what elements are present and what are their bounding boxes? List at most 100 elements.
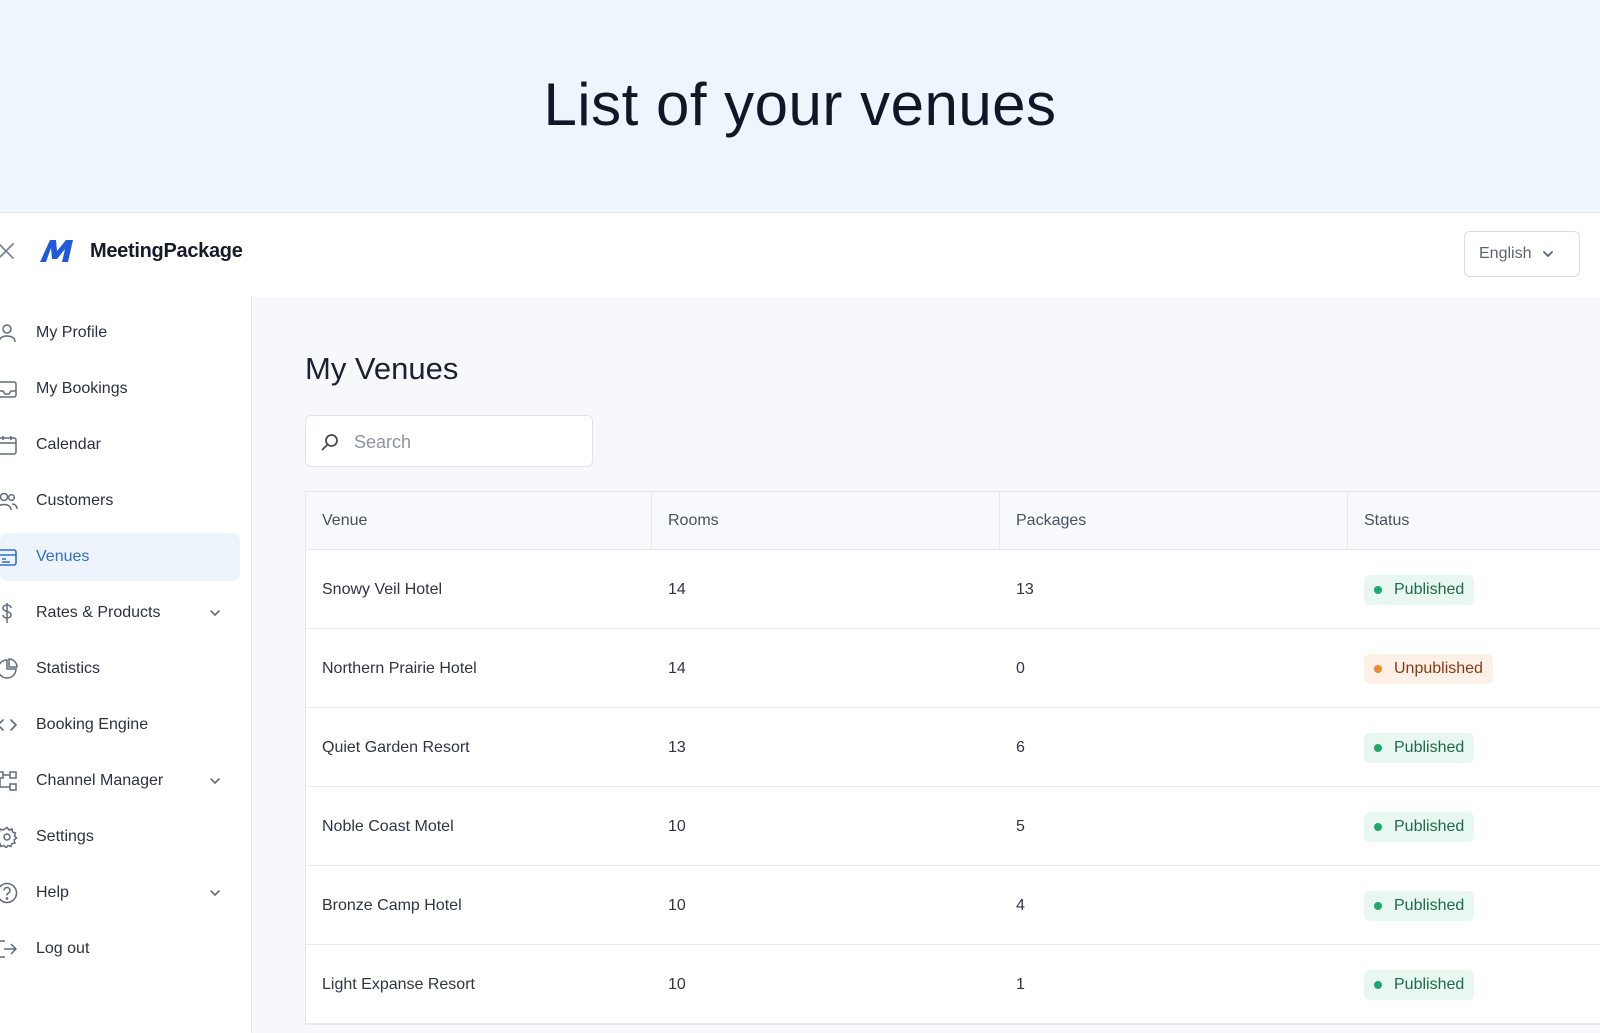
channels-icon <box>0 770 18 792</box>
table-row[interactable]: Noble Coast Motel 10 5 Published <box>306 787 1600 866</box>
sidebar-item-label: Booking Engine <box>36 716 149 733</box>
status-dot-icon <box>1374 901 1382 910</box>
language-select[interactable]: English <box>1464 231 1580 277</box>
sidebar-item-label: My Profile <box>36 324 108 341</box>
top-bar: MeetingPackage English <box>0 213 1600 297</box>
inbox-icon <box>0 378 18 400</box>
table-row[interactable]: Northern Prairie Hotel 14 0 Unpublished <box>306 629 1600 708</box>
sidebar-item-label: Settings <box>36 828 94 845</box>
sidebar-item-label: Customers <box>36 492 114 509</box>
close-icon[interactable] <box>0 239 18 263</box>
sidebar-item-label: Calendar <box>36 436 101 453</box>
status-dot-icon <box>1374 585 1382 594</box>
sidebar-item-label: Rates & Products <box>36 604 161 621</box>
rooms-count: 13 <box>668 738 686 756</box>
rooms-count: 10 <box>668 975 686 993</box>
search-input[interactable] <box>354 428 574 456</box>
packages-count: 4 <box>1016 896 1025 914</box>
column-header-venue[interactable]: Venue <box>306 492 652 550</box>
logo-icon[interactable] <box>38 237 82 265</box>
rooms-count: 14 <box>668 580 686 598</box>
venue-icon <box>0 546 18 568</box>
users-icon <box>0 490 18 512</box>
sidebar-item-label: Statistics <box>36 660 101 677</box>
sidebar-item-label: Log out <box>36 940 90 957</box>
venues-table: Venue Rooms Packages Status Snowy Veil H… <box>305 491 1600 1025</box>
status-dot-icon <box>1374 980 1382 989</box>
rooms-count: 14 <box>668 659 686 677</box>
calendar-icon <box>0 434 18 456</box>
status-label: Unpublished <box>1394 659 1483 677</box>
code-icon <box>0 714 18 736</box>
column-header-status[interactable]: Status <box>1348 492 1600 550</box>
sidebar-item-rates-products[interactable]: Rates & Products <box>0 589 240 637</box>
sidebar-item-label: My Bookings <box>36 380 128 397</box>
status-badge: Published <box>1364 574 1475 605</box>
hero-banner: List of your venues <box>0 0 1600 212</box>
hero-title: List of your venues <box>543 71 1057 138</box>
table-row[interactable]: Snowy Veil Hotel 14 13 Published <box>306 550 1600 629</box>
sidebar-item-booking-engine[interactable]: Booking Engine <box>0 701 240 749</box>
user-icon <box>0 322 18 344</box>
sidebar-item-statistics[interactable]: Statistics <box>0 645 240 693</box>
main-content: My Venues Venue Rooms Packages Status Sn… <box>253 297 1600 1033</box>
table-header: Venue Rooms Packages Status <box>306 492 1600 550</box>
status-badge: Unpublished <box>1364 653 1493 684</box>
language-label: English <box>1479 245 1532 262</box>
venue-name[interactable]: Snowy Veil Hotel <box>306 550 652 629</box>
status-badge: Published <box>1364 732 1475 763</box>
search-box[interactable] <box>305 415 593 467</box>
sidebar: My Profile My Bookings Calendar Customer… <box>0 297 252 1033</box>
chevron-down-icon <box>1543 251 1554 257</box>
packages-count: 5 <box>1016 817 1025 835</box>
venue-name[interactable]: Noble Coast Motel <box>306 787 652 866</box>
search-icon <box>320 432 340 452</box>
status-label: Published <box>1394 896 1465 914</box>
table-row[interactable]: Bronze Camp Hotel 10 4 Published <box>306 866 1600 945</box>
pie-chart-icon <box>0 658 18 680</box>
table-row[interactable]: Quiet Garden Resort 13 6 Published <box>306 708 1600 787</box>
status-dot-icon <box>1374 664 1382 673</box>
chevron-down-icon <box>210 610 220 617</box>
status-dot-icon <box>1374 822 1382 831</box>
brand-name: MeetingPackage <box>90 240 243 262</box>
sidebar-item-settings[interactable]: Settings <box>0 813 240 861</box>
dollar-icon <box>0 602 18 624</box>
table-row[interactable]: Light Expanse Resort 10 1 Published <box>306 945 1600 1024</box>
sidebar-item-label: Venues <box>36 548 90 565</box>
packages-count: 6 <box>1016 738 1025 756</box>
logout-icon <box>0 938 18 960</box>
status-label: Published <box>1394 580 1465 598</box>
status-badge: Published <box>1364 890 1475 921</box>
venue-name[interactable]: Bronze Camp Hotel <box>306 866 652 945</box>
status-label: Published <box>1394 817 1465 835</box>
venue-name[interactable]: Northern Prairie Hotel <box>306 629 652 708</box>
page-title: My Venues <box>305 351 459 386</box>
rooms-count: 10 <box>668 896 686 914</box>
sidebar-item-customers[interactable]: Customers <box>0 477 240 525</box>
status-badge: Published <box>1364 811 1475 842</box>
sidebar-item-my-bookings[interactable]: My Bookings <box>0 365 240 413</box>
packages-count: 0 <box>1016 659 1025 677</box>
status-badge: Published <box>1364 969 1475 1000</box>
venue-name[interactable]: Light Expanse Resort <box>306 945 652 1024</box>
gear-icon <box>0 826 18 850</box>
sidebar-item-my-profile[interactable]: My Profile <box>0 309 240 357</box>
sidebar-item-calendar[interactable]: Calendar <box>0 421 240 469</box>
rooms-count: 10 <box>668 817 686 835</box>
column-header-packages[interactable]: Packages <box>1000 492 1348 550</box>
sidebar-item-log-out[interactable]: Log out <box>0 925 240 973</box>
chevron-down-icon <box>210 890 220 897</box>
packages-count: 1 <box>1016 975 1025 993</box>
sidebar-item-channel-manager[interactable]: Channel Manager <box>0 757 240 805</box>
packages-count: 13 <box>1016 580 1034 598</box>
app-window: MeetingPackage English My Profile My Boo… <box>0 212 1600 1033</box>
status-dot-icon <box>1374 743 1382 752</box>
sidebar-item-label: Channel Manager <box>36 772 164 789</box>
sidebar-item-venues[interactable]: Venues <box>0 533 240 581</box>
status-label: Published <box>1394 975 1465 993</box>
sidebar-item-help[interactable]: Help <box>0 869 240 917</box>
status-label: Published <box>1394 738 1465 756</box>
column-header-rooms[interactable]: Rooms <box>652 492 1000 550</box>
venue-name[interactable]: Quiet Garden Resort <box>306 708 652 787</box>
